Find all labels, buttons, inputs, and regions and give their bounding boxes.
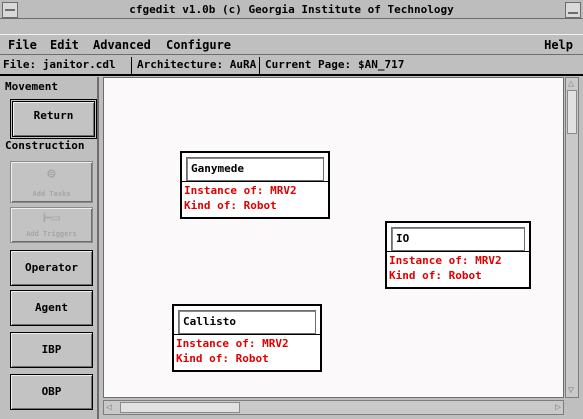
ibp-button[interactable]: IBP xyxy=(10,332,93,368)
current-page-label: Current Page: xyxy=(265,58,352,71)
add-tasks-button[interactable]: ⊜ Add Tasks xyxy=(10,161,93,203)
node-kind-of: Kind of: Robot xyxy=(184,199,277,212)
node-instance-of: Instance of: MRV2 xyxy=(176,337,289,350)
scroll-down-icon[interactable]: ▽ xyxy=(568,386,574,396)
construction-label: Construction xyxy=(5,139,85,152)
vertical-scroll-thumb[interactable] xyxy=(567,90,577,134)
file-label: File: janitor.cdl xyxy=(3,58,116,71)
node-instance-of: Instance of: MRV2 xyxy=(389,254,502,267)
node-name-field[interactable]: Ganymede xyxy=(186,157,324,181)
return-button-label: Return xyxy=(33,109,74,122)
agent-button[interactable]: Agent xyxy=(10,290,93,326)
menu-edit[interactable]: Edit xyxy=(50,38,79,52)
window-title: cfgedit v1.0b (c) Georgia Institute of T… xyxy=(129,3,454,16)
architecture-label: Architecture: AuRA xyxy=(137,58,257,71)
menu-bar: File Edit Advanced Configure Help xyxy=(0,34,583,55)
menu-configure[interactable]: Configure xyxy=(166,38,231,52)
add-triggers-button[interactable]: ⊢▭ Add Triggers xyxy=(10,207,93,243)
info-bar: File: janitor.cdl Architecture: AuRA Cur… xyxy=(0,56,583,76)
node-ganymede[interactable]: Ganymede Instance of: MRV2 Kind of: Robo… xyxy=(180,151,330,219)
scroll-right-icon[interactable]: ▷ xyxy=(555,403,561,413)
current-page-value: $AN_717 xyxy=(358,58,405,71)
node-instance-of: Instance of: MRV2 xyxy=(184,184,297,197)
horizontal-scroll-thumb[interactable] xyxy=(120,402,240,413)
node-kind-of: Kind of: Robot xyxy=(389,269,482,282)
return-button[interactable]: Return xyxy=(10,99,97,139)
menu-file[interactable]: File xyxy=(8,38,37,52)
minimize-icon[interactable] xyxy=(565,2,581,18)
movement-label: Movement xyxy=(5,80,58,93)
obp-button[interactable]: OBP xyxy=(10,374,93,410)
node-io[interactable]: IO Instance of: MRV2 Kind of: Robot xyxy=(385,221,531,289)
title-bar: cfgedit v1.0b (c) Georgia Institute of T… xyxy=(0,0,583,19)
node-kind-of: Kind of: Robot xyxy=(176,352,269,365)
menu-advanced[interactable]: Advanced xyxy=(93,38,151,52)
add-tasks-icon: ⊜ xyxy=(47,166,56,182)
node-callisto[interactable]: Callisto Instance of: MRV2 Kind of: Robo… xyxy=(172,304,322,372)
scroll-left-icon[interactable]: ◁ xyxy=(106,403,112,413)
menu-help[interactable]: Help xyxy=(544,38,573,52)
scroll-up-icon[interactable]: △ xyxy=(568,79,574,89)
tool-panel: Movement Return Construction ⊜ Add Tasks… xyxy=(0,77,99,419)
node-name-field[interactable]: Callisto xyxy=(178,310,316,334)
design-canvas[interactable]: Ganymede Instance of: MRV2 Kind of: Robo… xyxy=(103,77,564,398)
operator-button[interactable]: Operator xyxy=(10,250,93,286)
node-name-field[interactable]: IO xyxy=(391,227,525,251)
add-triggers-icon: ⊢▭ xyxy=(43,210,60,226)
